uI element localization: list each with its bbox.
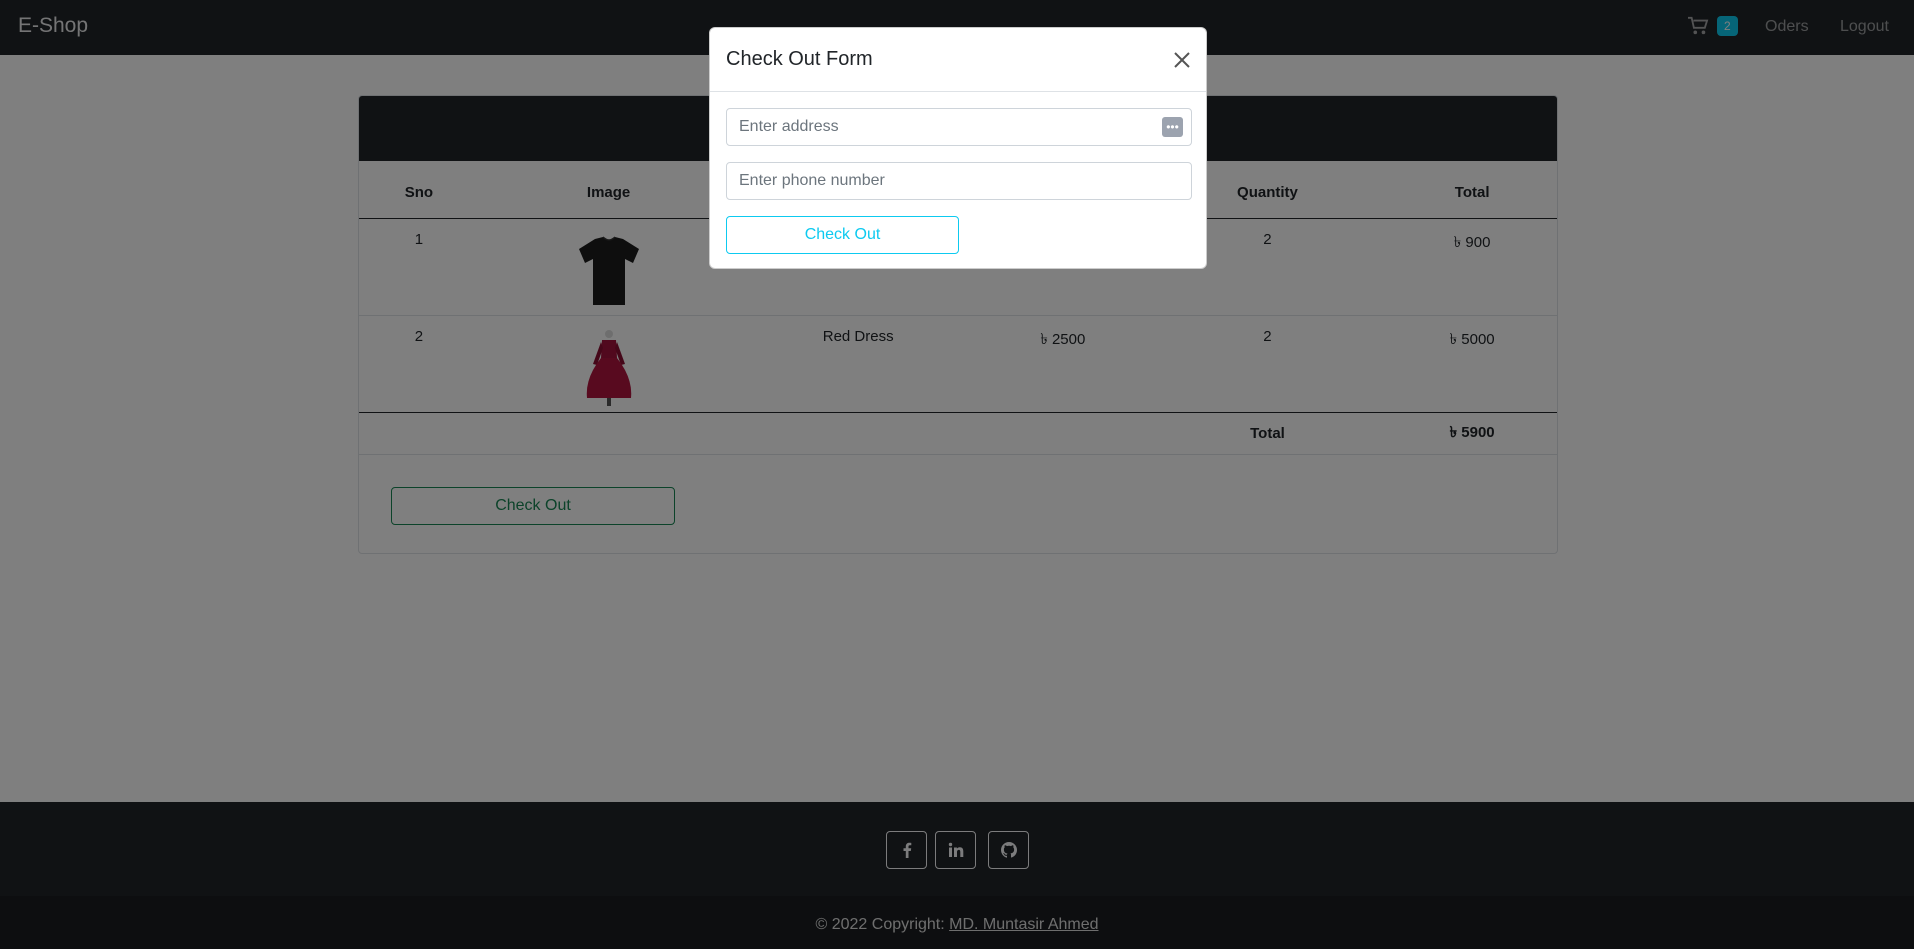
close-icon bbox=[1174, 52, 1190, 68]
modal-body: ••• Check Out bbox=[710, 92, 1206, 270]
close-button[interactable] bbox=[1172, 50, 1192, 70]
modal-title: Check Out Form bbox=[726, 48, 873, 70]
modal-checkout-button[interactable]: Check Out bbox=[726, 216, 959, 254]
checkout-modal: Check Out Form ••• Check Out bbox=[709, 27, 1207, 269]
phone-input[interactable] bbox=[726, 162, 1192, 200]
address-input[interactable] bbox=[726, 108, 1192, 146]
password-manager-icon[interactable]: ••• bbox=[1162, 117, 1183, 137]
modal-header: Check Out Form bbox=[710, 28, 1206, 92]
